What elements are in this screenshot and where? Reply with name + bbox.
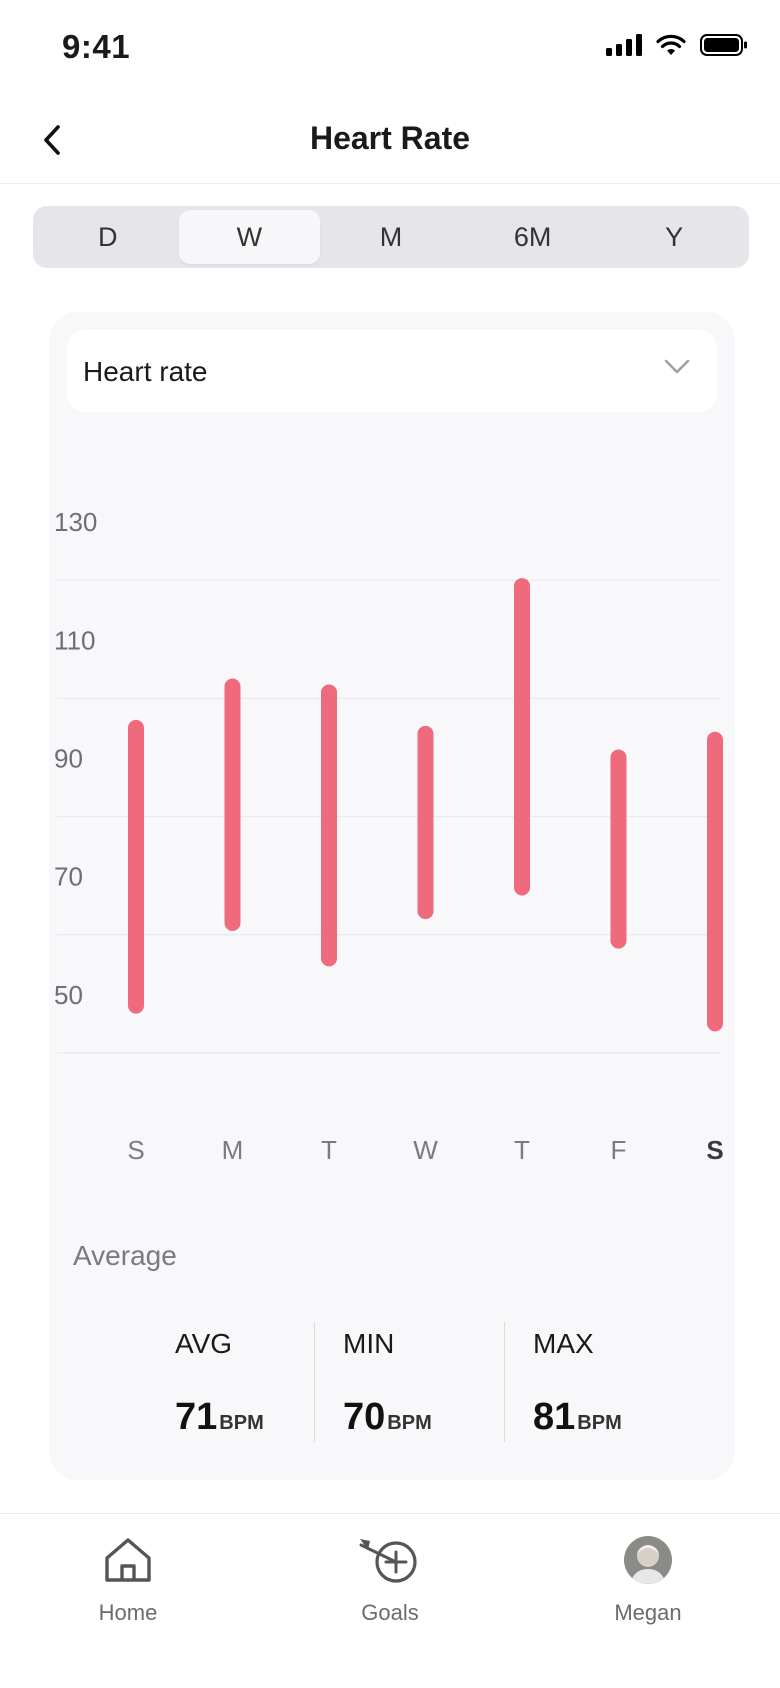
segment-day[interactable]: D [37, 210, 179, 264]
battery-icon [700, 34, 747, 56]
stat-min-unit: BPM [387, 1412, 432, 1434]
stat-avg-unit: BPM [219, 1412, 264, 1434]
page-title: Heart Rate [309, 120, 471, 156]
summary-label: Average [73, 1240, 177, 1271]
tab-goals-label: Goals [361, 1600, 419, 1625]
tab-bar: Home Goals Megan [0, 1513, 780, 1688]
y-tick-label: 130 [54, 507, 97, 537]
stat-max-unit: BPM [577, 1412, 622, 1434]
x-tick-label: F [611, 1135, 627, 1165]
segment-year[interactable]: Y [603, 210, 745, 264]
tab-profile-label: Megan [614, 1600, 682, 1625]
segment-month[interactable]: M [320, 210, 462, 264]
stat-max-title: MAX [533, 1328, 594, 1359]
y-tick-label: 50 [54, 980, 83, 1010]
heart-rate-chart: 50 70 90 110 130 S M T W T F S [54, 507, 724, 1165]
segment-week[interactable]: W [178, 210, 321, 264]
x-tick-label: T [514, 1135, 530, 1165]
stat-divider [504, 1322, 505, 1442]
wifi-icon [656, 34, 686, 55]
stat-avg-value-row: 71 BPM [175, 1396, 264, 1439]
stat-min-title: MIN [343, 1328, 395, 1359]
metric-dropdown-label: Heart rate [83, 356, 208, 387]
x-tick-label: M [222, 1135, 244, 1165]
status-bar: 9:41 [0, 0, 780, 96]
stat-avg-value: 71 [175, 1396, 218, 1438]
stat-max-value: 81 [533, 1396, 576, 1438]
y-tick-label: 90 [54, 743, 83, 773]
x-tick-label: S [706, 1135, 723, 1165]
home-icon [105, 1538, 151, 1582]
stat-max-value-row: 81 BPM [533, 1396, 622, 1439]
y-tick-label: 110 [54, 625, 95, 655]
tab-goals[interactable]: Goals [310, 1532, 470, 1626]
status-time: 9:41 [62, 28, 131, 65]
tab-home-label: Home [98, 1600, 158, 1625]
chevron-down-icon [664, 359, 690, 374]
stat-avg-title: AVG [175, 1328, 233, 1359]
time-range-segmented-control: D W M 6M Y [33, 206, 749, 268]
y-tick-label: 70 [54, 862, 83, 892]
avatar [624, 1536, 672, 1584]
status-icons [606, 34, 748, 56]
target-icon [359, 1539, 417, 1583]
x-tick-label: W [413, 1135, 438, 1165]
stat-min-value: 70 [343, 1396, 386, 1438]
tab-home[interactable]: Home [48, 1532, 208, 1626]
stat-min-value-row: 70 BPM [343, 1396, 432, 1439]
nav-bar: Heart Rate [0, 96, 780, 184]
x-tick-label: S [127, 1135, 144, 1165]
stat-divider [314, 1322, 315, 1442]
tab-profile[interactable]: Megan [568, 1532, 728, 1626]
metric-dropdown[interactable]: Heart rate [67, 330, 717, 412]
signal-icon [606, 34, 642, 56]
heart-rate-card: Heart rate 50 70 90 110 130 S M T W T F S Average A… [49, 312, 735, 1480]
x-tick-label: T [321, 1135, 337, 1165]
segment-six-months[interactable]: 6M [462, 210, 604, 264]
summary-stats: AVG 71 BPM MIN 70 BPM MAX 81 BPM [49, 1312, 735, 1442]
